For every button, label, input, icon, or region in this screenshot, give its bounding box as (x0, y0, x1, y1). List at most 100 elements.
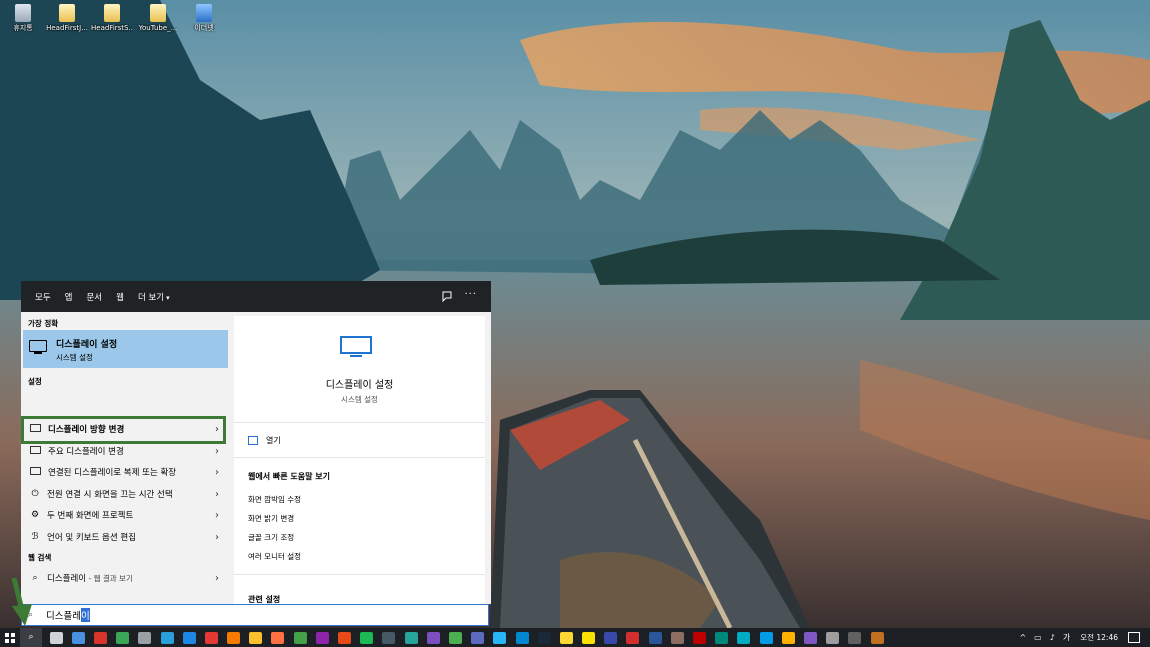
clock-icon[interactable] (138, 631, 152, 644)
tab-more-label: 더 보기 (137, 292, 165, 303)
app-icon[interactable] (803, 631, 817, 644)
volume-icon[interactable]: ♪ (1050, 633, 1055, 642)
tab-all[interactable]: 모두 (35, 291, 51, 303)
open-action[interactable]: 열기 (248, 435, 281, 446)
open-label: 열기 (266, 436, 281, 445)
network-icon[interactable]: ▭ (1034, 633, 1042, 642)
desktop-icon-network[interactable]: 이더넷 (183, 4, 225, 33)
visual-studio-icon[interactable] (426, 631, 440, 644)
highlight-annotation (21, 416, 226, 444)
app-icon[interactable] (338, 631, 352, 644)
search-filter-bar: 모두 앱 문서 웹 더 보기 ▾ ··· (21, 281, 491, 312)
app-icon[interactable] (715, 631, 729, 644)
ime-indicator[interactable]: 가 (1063, 632, 1070, 643)
app-icon[interactable] (493, 631, 507, 644)
help-link[interactable]: 화면 밝기 변경 (248, 513, 294, 524)
opera-icon[interactable] (204, 631, 218, 644)
search-input[interactable]: ⌕ 디스플레 이 (21, 604, 489, 626)
tab-web[interactable]: 웹 (116, 291, 124, 303)
app-icon[interactable] (626, 631, 640, 644)
best-match-result[interactable]: 디스플레이 설정 시스템 설정 (23, 330, 228, 368)
setting-result-duplicate-extend[interactable]: 연결된 디스플레이로 복제 또는 확장 › (23, 462, 223, 482)
web-search-suffix: - 웹 결과 보기 (86, 574, 133, 583)
app-icon[interactable] (781, 631, 795, 644)
steam-icon[interactable] (537, 631, 551, 644)
task-view-icon[interactable] (49, 631, 63, 644)
show-hidden-icons-chevron[interactable]: ^ (1019, 633, 1026, 642)
app-icon[interactable] (382, 631, 396, 644)
app-icon[interactable] (737, 631, 751, 644)
app-icon[interactable] (293, 631, 307, 644)
best-match-title: 디스플레이 설정 (56, 340, 118, 350)
setting-result-label: 연결된 디스플레이로 복제 또는 확장 (48, 468, 177, 478)
help-link[interactable]: 여러 모니터 설정 (248, 551, 301, 562)
mail-icon[interactable] (71, 631, 85, 644)
setting-result-power-screen-off[interactable]: ⏻ 전원 연결 시 화면을 끄는 시간 선택 › (23, 484, 223, 504)
desktop-icon-label: HeadFirstS... (91, 24, 133, 32)
start-button[interactable] (0, 628, 20, 647)
tab-more[interactable]: 더 보기 ▾ (138, 291, 170, 303)
desktop-icon-file[interactable]: YouTube_... (137, 4, 179, 33)
desktop-icon-file[interactable]: HeadFirstS... (91, 4, 133, 33)
acrobat-icon[interactable] (93, 631, 107, 644)
app-icon[interactable] (848, 631, 862, 644)
taskbar-search-button[interactable]: ⌕ (20, 628, 42, 647)
app-icon[interactable] (826, 631, 840, 644)
setting-result-language-keyboard[interactable]: ℬ 언어 및 키보드 옵션 편집 › (23, 527, 223, 547)
app-icon[interactable] (404, 631, 418, 644)
help-link[interactable]: 화면 깜박임 수정 (248, 494, 301, 505)
result-detail-pane: 디스플레이 설정 시스템 설정 열기 웹에서 빠른 도움말 보기 화면 깜박임 … (234, 316, 485, 604)
help-link[interactable]: 글꼴 크기 조정 (248, 532, 294, 543)
search-query-selection: 이 (80, 608, 90, 622)
ie-icon[interactable] (182, 631, 196, 644)
setting-result-label: 두 번째 화면에 프로젝트 (47, 511, 134, 521)
desktop-icon-recycle-bin[interactable]: 휴지통 (2, 4, 44, 33)
setting-result-label: 주요 디스플레이 변경 (48, 447, 124, 457)
kakaotalk-icon[interactable] (582, 631, 596, 644)
firefox-icon[interactable] (227, 631, 241, 644)
app-icon[interactable] (559, 631, 573, 644)
desktop-icon-file[interactable]: HeadFirstJ... (46, 4, 88, 33)
chevron-right-icon: › (215, 509, 219, 521)
app-icon[interactable] (448, 631, 462, 644)
spotify-icon[interactable] (360, 631, 374, 644)
chevron-down-icon: ▾ (166, 293, 170, 302)
file-icon (104, 4, 120, 22)
filezilla-icon[interactable] (693, 631, 707, 644)
web-search-result[interactable]: ⌕ 디스플레이 - 웹 결과 보기 › (23, 568, 223, 588)
web-search-heading: 웹 검색 (28, 553, 52, 562)
app-icon[interactable] (471, 631, 485, 644)
chevron-right-icon: › (215, 572, 219, 584)
gear-icon: ⚙ (30, 510, 40, 520)
chrome-icon[interactable] (116, 631, 130, 644)
firefox-icon[interactable] (271, 631, 285, 644)
desktop-icon-label: YouTube_... (138, 24, 178, 32)
setting-result-label: 전원 연결 시 화면을 끄는 시간 선택 (47, 490, 173, 500)
more-options-icon[interactable]: ··· (464, 289, 477, 300)
start-search-panel: 모두 앱 문서 웹 더 보기 ▾ ··· 가장 정확 디스플레이 설정 시스템 설… (21, 281, 491, 604)
file-icon (150, 4, 166, 22)
chrome-icon[interactable] (249, 631, 263, 644)
app-icon[interactable] (515, 631, 529, 644)
taskbar-clock[interactable]: 오전 12:46 (1080, 632, 1118, 643)
tab-documents[interactable]: 문서 (86, 291, 102, 303)
word-icon[interactable] (648, 631, 662, 644)
monitor-icon (30, 467, 41, 475)
web-help-heading: 웹에서 빠른 도움말 보기 (248, 472, 330, 481)
obs-icon[interactable] (870, 631, 884, 644)
edge-icon[interactable] (160, 631, 174, 644)
search-icon: ⌕ (28, 632, 34, 642)
setting-result-main-display[interactable]: 주요 디스플레이 변경 › (23, 441, 223, 461)
taskbar: ⌕ ^ ▭ ♪ 가 오전 12:46 (0, 628, 1150, 647)
app-icon[interactable] (315, 631, 329, 644)
notification-center-icon[interactable] (1128, 632, 1140, 643)
best-match-heading: 가장 정확 (28, 319, 59, 328)
app-icon[interactable] (670, 631, 684, 644)
tab-apps[interactable]: 앱 (65, 291, 73, 303)
app-icon[interactable] (604, 631, 618, 644)
divider (234, 422, 485, 423)
power-icon: ⏻ (31, 489, 39, 499)
setting-result-project[interactable]: ⚙ 두 번째 화면에 프로젝트 › (23, 505, 223, 525)
app-icon[interactable] (759, 631, 773, 644)
feedback-icon[interactable] (441, 290, 453, 302)
